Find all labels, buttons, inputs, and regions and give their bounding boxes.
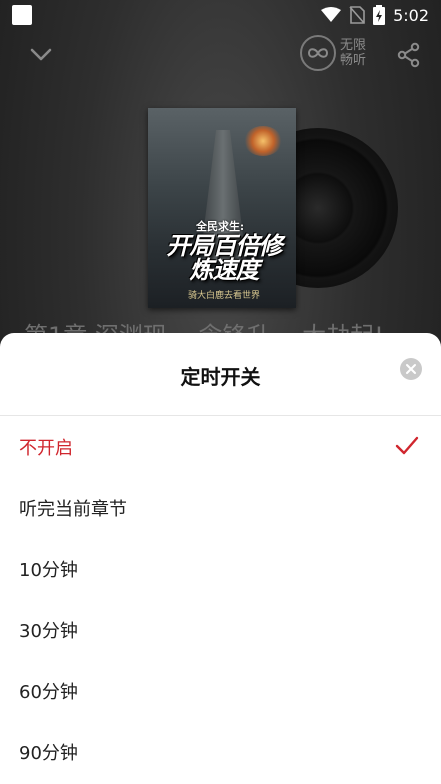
cover-author: 骑大白鹿去看世界 bbox=[188, 291, 261, 301]
status-bar: 5:02 bbox=[0, 0, 441, 32]
book-cover: 全民求生: 开局百倍修炼速度 骑大白鹿去看世界 bbox=[148, 108, 296, 308]
sheet-header: 定时开关 bbox=[0, 333, 441, 416]
player-top-bar: 无限畅听 bbox=[0, 34, 441, 78]
sheet-title: 定时开关 bbox=[180, 365, 261, 389]
wifi-icon bbox=[321, 7, 342, 22]
timer-option-90-min[interactable]: 90分钟 bbox=[0, 721, 441, 782]
cover-title: 开局百倍修炼速度 bbox=[166, 232, 283, 284]
unlimited-listening-label: 无限畅听 bbox=[340, 38, 367, 68]
timer-option-off[interactable]: 不开启 bbox=[0, 416, 441, 477]
square-icon bbox=[12, 5, 32, 25]
unlimited-listening-badge[interactable]: 无限畅听 bbox=[300, 35, 368, 71]
timer-bottom-sheet: 定时开关 不开启 听完当前章节 10分钟 30分钟 60分钟 90分钟 bbox=[0, 333, 441, 784]
timer-option-label: 听完当前章节 bbox=[19, 498, 127, 520]
cover-explosion-art bbox=[244, 126, 282, 156]
timer-option-label: 90分钟 bbox=[19, 742, 78, 764]
check-icon bbox=[395, 436, 419, 455]
infinity-icon bbox=[300, 35, 336, 71]
close-icon[interactable] bbox=[400, 358, 422, 380]
timer-option-10-min[interactable]: 10分钟 bbox=[0, 538, 441, 599]
status-time: 5:02 bbox=[393, 5, 429, 25]
album-art: 全民求生: 开局百倍修炼速度 骑大白鹿去看世界 bbox=[148, 108, 398, 308]
timer-option-label: 不开启 bbox=[19, 437, 73, 459]
timer-option-label: 30分钟 bbox=[19, 620, 78, 642]
no-sim-icon bbox=[349, 6, 365, 24]
timer-option-60-min[interactable]: 60分钟 bbox=[0, 660, 441, 721]
share-icon[interactable] bbox=[394, 40, 424, 70]
chevron-down-icon[interactable] bbox=[26, 40, 56, 70]
timer-option-label: 10分钟 bbox=[19, 559, 78, 581]
timer-option-end-of-chapter[interactable]: 听完当前章节 bbox=[0, 477, 441, 538]
battery-charging-icon bbox=[373, 5, 386, 25]
timer-option-label: 60分钟 bbox=[19, 681, 78, 703]
timer-option-30-min[interactable]: 30分钟 bbox=[0, 599, 441, 660]
